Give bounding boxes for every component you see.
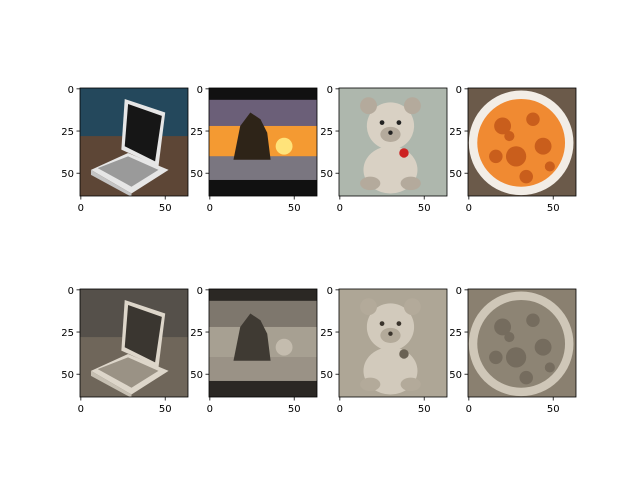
image-panel-2: 0 25 50 0 50	[190, 85, 318, 214]
image-sunset-rock	[209, 289, 317, 397]
y-tick-label: 25	[320, 127, 333, 138]
x-tick-label: 0	[337, 404, 343, 415]
x-tick-label: 50	[288, 404, 301, 415]
image-laptop	[80, 88, 188, 196]
y-tick-label: 50	[190, 370, 203, 381]
x-tick-label: 0	[466, 203, 472, 214]
y-tick-label: 0	[197, 286, 203, 297]
image-panel-8: 0 25 50 0 50	[449, 286, 577, 415]
y-tick-label: 25	[320, 328, 333, 339]
y-tick-label: 0	[68, 286, 74, 297]
x-tick-label: 0	[337, 203, 343, 214]
y-tick-label: 50	[449, 169, 462, 180]
y-tick-label: 50	[320, 370, 333, 381]
x-tick-label: 0	[78, 404, 84, 415]
image-panel-5: 0 25 50 0 50	[61, 286, 189, 415]
image-teddy-bear	[339, 88, 447, 196]
image-chips-plate	[468, 88, 576, 196]
image-panel-6: 0 25 50 0 50	[190, 286, 318, 415]
figure-canvas: 0 25 50 0 50 0 25 50 0 50 0 25 50 0 50 0 25 50 0 50 0 25 50 0 50…	[61, 85, 577, 415]
y-tick-label: 25	[190, 127, 203, 138]
x-tick-label: 50	[418, 404, 431, 415]
y-tick-label: 0	[327, 286, 333, 297]
y-tick-label: 50	[190, 169, 203, 180]
image-sunset-rock	[209, 88, 317, 196]
x-tick-label: 50	[547, 404, 560, 415]
image-panel-1: 0 25 50 0 50	[61, 85, 189, 214]
image-teddy-bear	[339, 289, 447, 397]
x-tick-label: 0	[207, 404, 213, 415]
x-tick-label: 50	[159, 203, 172, 214]
y-tick-label: 50	[61, 169, 74, 180]
x-tick-label: 50	[159, 404, 172, 415]
y-tick-label: 0	[197, 85, 203, 96]
x-tick-label: 0	[78, 203, 84, 214]
y-tick-label: 25	[449, 328, 462, 339]
y-tick-label: 50	[61, 370, 74, 381]
panel-grid: 0 25 50 0 50 0 25 50 0 50 0 25 50 0 50 0 25 50 0 50 0 25 50 0 50…	[61, 85, 577, 415]
image-panel-4: 0 25 50 0 50	[449, 85, 577, 214]
y-tick-label: 0	[327, 85, 333, 96]
y-tick-label: 50	[449, 370, 462, 381]
y-tick-label: 50	[320, 169, 333, 180]
image-panel-7: 0 25 50 0 50	[320, 286, 448, 415]
x-tick-label: 50	[288, 203, 301, 214]
y-tick-label: 0	[456, 286, 462, 297]
y-tick-label: 0	[456, 85, 462, 96]
x-tick-label: 50	[547, 203, 560, 214]
image-laptop	[80, 289, 188, 397]
image-chips-plate	[468, 289, 576, 397]
x-tick-label: 0	[466, 404, 472, 415]
x-tick-label: 50	[418, 203, 431, 214]
x-tick-label: 0	[207, 203, 213, 214]
y-tick-label: 25	[449, 127, 462, 138]
y-tick-label: 25	[61, 127, 74, 138]
y-tick-label: 25	[61, 328, 74, 339]
y-tick-label: 0	[68, 85, 74, 96]
image-panel-3: 0 25 50 0 50	[320, 85, 448, 214]
y-tick-label: 25	[190, 328, 203, 339]
